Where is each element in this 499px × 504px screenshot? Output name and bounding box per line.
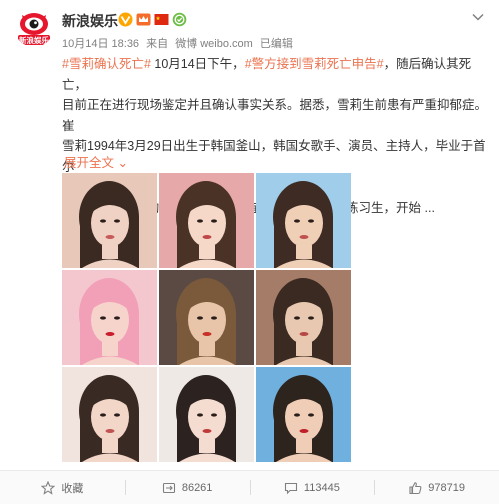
from-prefix: 来自 [146,38,169,50]
photo-image [62,270,157,365]
hashtag-police-report[interactable]: #警方接到雪莉死亡申告# [245,57,384,71]
expand-full-text-link[interactable]: 展开全文 ⌄ [64,152,128,171]
action-bar: 收藏 86261 113445 978719 [0,470,499,504]
photo-1[interactable] [62,173,157,268]
photo-image [159,173,254,268]
repost-count: 86261 [181,481,213,494]
china-flag-icon[interactable] [154,12,169,27]
chevron-down-icon[interactable] [471,10,485,24]
photo-5[interactable] [159,270,254,365]
photo-image [62,367,157,462]
star-icon [41,480,56,495]
photo-7[interactable] [62,367,157,462]
photo-6[interactable] [256,270,351,365]
comment-button[interactable]: 113445 [249,471,375,504]
repost-icon [162,482,175,493]
like-count: 978719 [428,481,465,494]
thumbs-up-icon [409,481,422,494]
comment-icon [284,482,297,494]
text-fragment: 10月14日下午， [150,57,245,71]
avatar-label: 新浪娱乐 [19,35,49,45]
photo-image [256,367,351,462]
hashtag-sulli-death[interactable]: #雪莉确认死亡# [62,57,151,71]
like-button[interactable]: 978719 [374,471,499,504]
post-meta: 10月14日 18:36 来自 微博 weibo.com 已编辑 [62,35,297,51]
photo-image [62,173,157,268]
author-badges [118,11,187,27]
photo-image [256,270,351,365]
photo-grid [62,173,351,462]
expand-arrow-icon: ⌄ [117,156,128,170]
photo-8[interactable] [159,367,254,462]
author-avatar[interactable]: 新浪娱乐 [14,7,54,47]
weibo-post-card: 新浪娱乐 新浪娱乐 10月14日 18:36 来自 微博 weibo.com 已… [0,0,499,504]
repost-button[interactable]: 86261 [124,471,250,504]
comment-count: 113445 [303,481,340,494]
verified-icon[interactable] [118,12,133,27]
photo-9[interactable] [256,367,351,462]
favorite-button[interactable]: 收藏 [0,471,125,504]
text-line: 目前正在进行现场鉴定并且确认事实关系。据悉，雪莉生前患有严重抑郁症。崔 [62,98,488,133]
photo-2[interactable] [159,173,254,268]
photo-image [159,270,254,365]
sina-logo-icon: 新浪娱乐 [14,7,54,47]
expand-label: 展开全文 [64,156,115,170]
author-name[interactable]: 新浪娱乐 [62,11,118,31]
photo-image [256,173,351,268]
post-date[interactable]: 10月14日 18:36 [62,38,139,50]
member-crown-icon[interactable] [136,12,151,27]
edited-label[interactable]: 已编辑 [260,38,293,50]
photo-3[interactable] [256,173,351,268]
favorite-label: 收藏 [61,482,84,495]
green-check-icon[interactable] [172,12,187,27]
post-source[interactable]: 微博 weibo.com [175,38,253,50]
photo-image [159,367,254,462]
photo-4[interactable] [62,270,157,365]
